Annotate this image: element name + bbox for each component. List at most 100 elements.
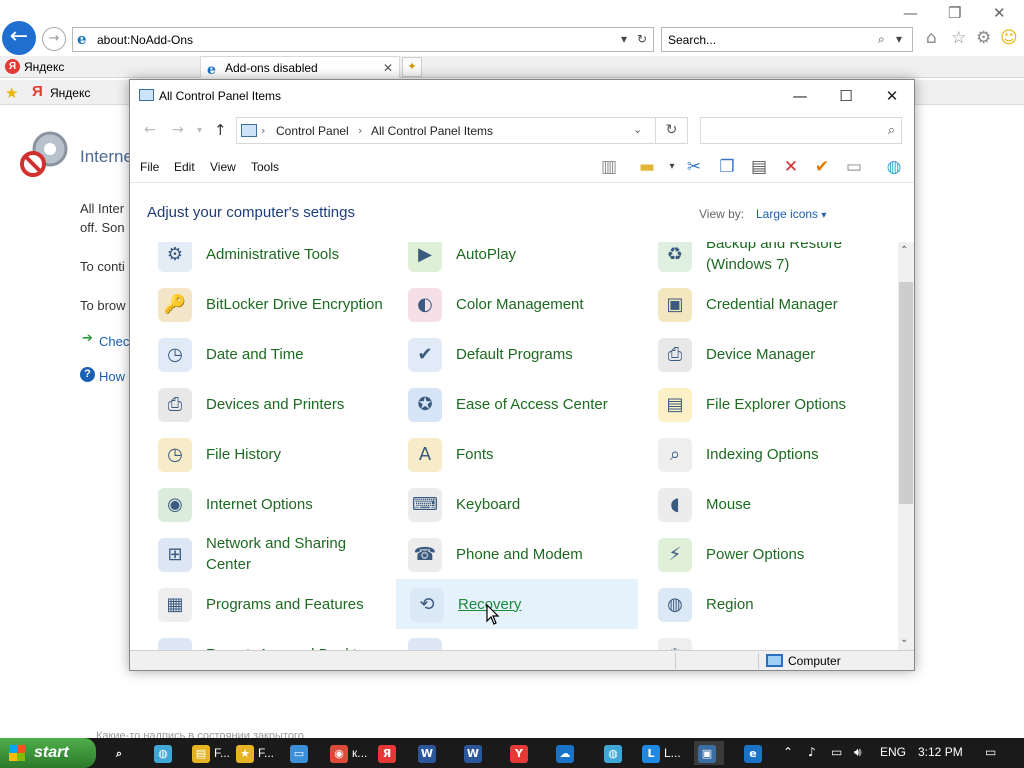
- taskbar-item[interactable]: ◍: [600, 741, 630, 765]
- menu-file[interactable]: File: [140, 160, 159, 174]
- breadcrumb[interactable]: › Control Panel › All Control Panel Item…: [236, 117, 656, 144]
- control-panel-item[interactable]: ⟲ Recovery: [396, 579, 638, 629]
- address-bar[interactable]: e about:NoAdd-Ons ▾ ↻: [72, 27, 654, 52]
- chevron-down-icon[interactable]: ▾: [821, 210, 826, 221]
- taskbar-item[interactable]: ◍: [150, 741, 180, 765]
- control-panel-item[interactable]: ⎙ Device Manager: [644, 329, 886, 379]
- control-panel-item[interactable]: ▶ AutoPlay: [394, 242, 636, 279]
- notifications-icon[interactable]: ▭: [985, 745, 996, 759]
- taskbar-item[interactable]: ▤ F...: [188, 741, 234, 765]
- control-panel-item[interactable]: ⚙ Administrative Tools: [144, 242, 386, 279]
- maximize-button[interactable]: ☐: [823, 84, 869, 108]
- close-icon[interactable]: ✕: [993, 4, 1006, 22]
- search-icon[interactable]: ⌕: [878, 32, 885, 47]
- taskbar-item[interactable]: ★ F...: [232, 741, 278, 765]
- control-panel-item[interactable]: ◷ Date and Time: [144, 329, 386, 379]
- breadcrumb-control-panel[interactable]: Control Panel: [276, 124, 349, 138]
- recent-dropdown-icon[interactable]: ▾: [197, 125, 202, 136]
- tab-addons-disabled[interactable]: e Add-ons disabled ✕: [200, 56, 400, 78]
- chevron-down-icon[interactable]: ▾: [660, 156, 684, 178]
- menu-edit[interactable]: Edit: [174, 160, 195, 174]
- control-panel-item[interactable]: ⊞ Network and Sharing Center: [144, 529, 386, 579]
- control-panel-item[interactable]: ◖ Mouse: [644, 479, 886, 529]
- paste-icon[interactable]: ▤: [747, 156, 771, 178]
- back-arrow-icon[interactable]: ←: [144, 122, 156, 138]
- search-placeholder[interactable]: Search...: [668, 33, 716, 47]
- control-panel-item[interactable]: A Fonts: [394, 429, 636, 479]
- forward-arrow-icon[interactable]: →: [42, 27, 66, 51]
- properties-check-icon[interactable]: ✔: [810, 156, 834, 178]
- control-panel-item[interactable]: ✪ Ease of Access Center: [394, 379, 636, 429]
- taskbar-item[interactable]: L L...: [638, 741, 685, 765]
- dropdown-arrow-icon[interactable]: ▾: [896, 32, 902, 46]
- title-bar[interactable]: All Control Panel Items — ☐ ✕: [130, 80, 914, 111]
- taskbar-item[interactable]: Я: [374, 741, 404, 765]
- taskbar-item[interactable]: ☁: [552, 741, 582, 765]
- control-panel-item[interactable]: ⎙ Devices and Printers: [144, 379, 386, 429]
- control-panel-item[interactable]: ⌨ Keyboard: [394, 479, 636, 529]
- taskbar-item[interactable]: ▣: [694, 741, 724, 765]
- view-by-dropdown[interactable]: Large icons ▾: [756, 207, 826, 221]
- control-panel-item[interactable]: ☎ Phone and Modem: [394, 529, 636, 579]
- control-panel-item[interactable]: ◍ Region: [644, 579, 886, 629]
- browser-search[interactable]: Search... ⌕ ▾: [661, 27, 913, 52]
- search-input[interactable]: ⌕: [700, 117, 902, 144]
- control-panel-item[interactable]: ◉ Internet Options: [144, 479, 386, 529]
- clock[interactable]: 3:12 PM: [918, 745, 963, 759]
- control-panel-item[interactable]: ⌕ Indexing Options: [644, 429, 886, 479]
- new-tab-button[interactable]: ✦: [402, 57, 422, 77]
- breadcrumb-all-items[interactable]: All Control Panel Items: [371, 124, 493, 138]
- chevron-down-icon[interactable]: ⌄: [633, 123, 642, 136]
- close-tab-icon[interactable]: ✕: [383, 57, 393, 79]
- copy-icon[interactable]: ❐: [715, 156, 739, 178]
- taskbar-item[interactable]: W: [414, 741, 444, 765]
- up-arrow-icon[interactable]: ↑: [214, 121, 227, 139]
- menu-tools[interactable]: Tools: [251, 160, 279, 174]
- favorite-link[interactable]: Яндекс: [50, 86, 90, 100]
- battery-icon[interactable]: ▭: [831, 745, 842, 759]
- taskbar-item[interactable]: ⌕: [106, 741, 136, 765]
- vertical-scrollbar[interactable]: ⌃ ⌄: [898, 242, 914, 650]
- back-arrow-icon[interactable]: ←: [2, 21, 36, 55]
- rename-icon[interactable]: ▭: [842, 156, 866, 178]
- chevron-up-icon[interactable]: ⌃: [783, 745, 793, 759]
- check-link[interactable]: Chec: [99, 334, 129, 349]
- control-panel-item[interactable]: ▭ RemoteApp and Desktop: [144, 629, 386, 650]
- language-indicator[interactable]: ENG: [880, 745, 906, 759]
- refresh-icon[interactable]: ↻: [656, 117, 688, 144]
- control-panel-item[interactable]: 🔑 BitLocker Drive Encryption: [144, 279, 386, 329]
- minimize-button[interactable]: —: [777, 84, 823, 108]
- tab-yandex[interactable]: Я Яндекс: [0, 56, 200, 78]
- delete-icon[interactable]: ✕: [779, 156, 803, 178]
- volume-icon[interactable]: 🔊︎: [854, 745, 862, 760]
- control-panel-item[interactable]: ◐ Color Management: [394, 279, 636, 329]
- how-link[interactable]: How: [99, 369, 125, 384]
- start-button[interactable]: start: [0, 738, 96, 768]
- chevron-right-icon[interactable]: ›: [358, 124, 362, 137]
- close-button[interactable]: ✕: [869, 84, 915, 108]
- control-panel-item[interactable]: ◷ File History: [144, 429, 386, 479]
- control-panel-item[interactable]: ▤ File Explorer Options: [644, 379, 886, 429]
- preview-pane-icon[interactable]: ▥: [597, 156, 621, 178]
- scroll-thumb[interactable]: [899, 282, 913, 504]
- control-panel-item[interactable]: ⚡ Power Options: [644, 529, 886, 579]
- taskbar-item[interactable]: W: [460, 741, 490, 765]
- gear-icon[interactable]: ⚙: [976, 28, 991, 48]
- globe-icon[interactable]: ◍: [882, 156, 906, 178]
- menu-view[interactable]: View: [210, 160, 236, 174]
- chevron-right-icon[interactable]: ›: [261, 124, 265, 137]
- control-panel-item[interactable]: ▣ Credential Manager: [644, 279, 886, 329]
- smiley-icon[interactable]: ☺: [1000, 28, 1018, 48]
- scroll-up-icon[interactable]: ⌃: [900, 245, 908, 256]
- favorites-star-icon[interactable]: ☆: [951, 28, 966, 48]
- favorites-star-icon[interactable]: ★: [5, 84, 18, 102]
- refresh-icon[interactable]: ↻: [637, 32, 647, 46]
- address-text[interactable]: about:NoAdd-Ons: [97, 33, 193, 47]
- forward-arrow-icon[interactable]: →: [172, 122, 184, 138]
- control-panel-item[interactable]: ▭: [394, 629, 636, 650]
- control-panel-item[interactable]: ◌: [644, 629, 886, 650]
- scroll-down-icon[interactable]: ⌄: [900, 634, 908, 645]
- control-panel-item[interactable]: ✔ Default Programs: [394, 329, 636, 379]
- control-panel-item[interactable]: ▦ Programs and Features: [144, 579, 386, 629]
- control-panel-item[interactable]: ♻ Backup and Restore (Windows 7): [644, 242, 886, 279]
